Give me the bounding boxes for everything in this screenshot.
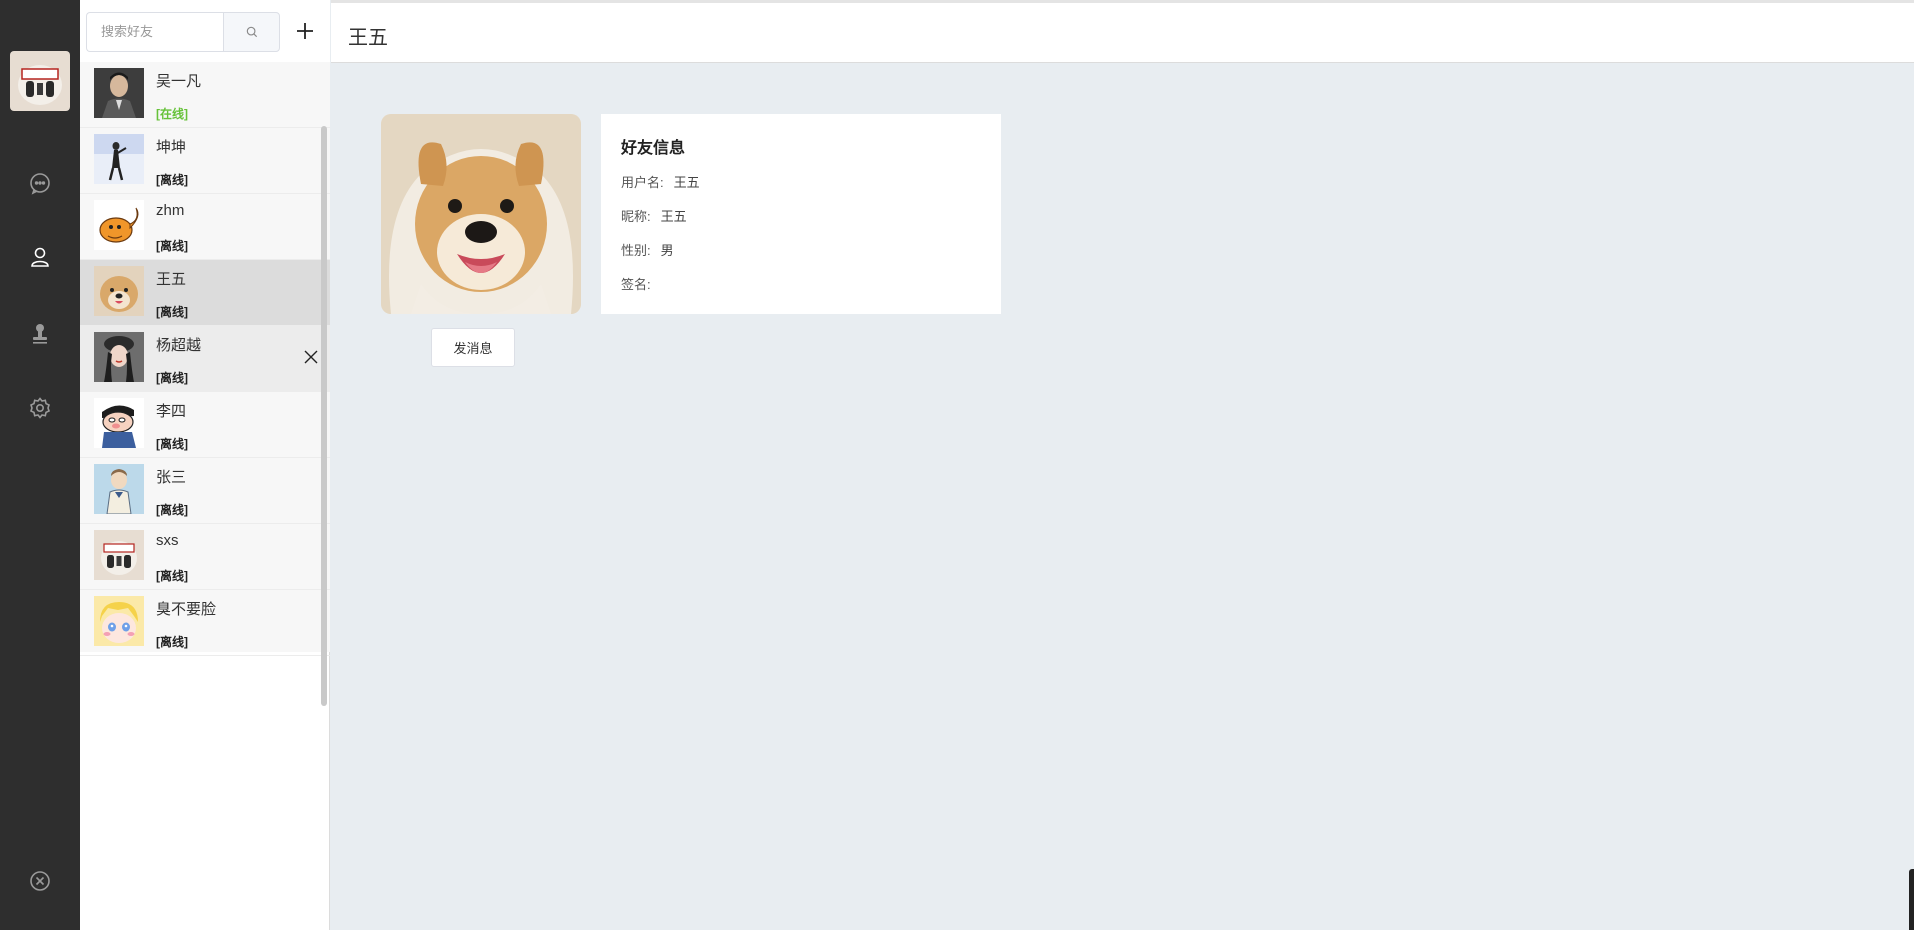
username-label: 用户名: xyxy=(621,175,664,190)
username-line: 用户名: 王五 xyxy=(621,174,981,208)
friend-name: 王五 xyxy=(156,271,187,288)
add-friend-button[interactable] xyxy=(290,16,320,46)
friend-name: 李四 xyxy=(156,403,187,420)
side-nav xyxy=(0,0,80,930)
search-icon xyxy=(246,26,257,38)
chat-bubble-icon[interactable] xyxy=(26,169,54,197)
friend-item[interactable]: zhm [离线] xyxy=(80,194,330,260)
friend-name: sxs xyxy=(156,532,179,549)
my-avatar[interactable] xyxy=(10,51,70,111)
close-icon xyxy=(304,350,318,364)
friend-list: 吴一凡 [在线] 坤坤 [离线] zhm [离线] 王五 [离线] 杨超越 [离… xyxy=(80,62,330,706)
friend-status: [离线] xyxy=(156,239,188,253)
info-heading: 好友信息 xyxy=(621,140,686,157)
friend-name: zhm xyxy=(156,202,185,219)
plus-icon xyxy=(297,23,313,39)
nickname-label: 昵称: xyxy=(621,209,651,224)
friend-avatar xyxy=(94,530,144,580)
friend-item[interactable]: 吴一凡 [在线] xyxy=(80,62,330,128)
gender-line: 性别: 男 xyxy=(621,242,981,276)
friend-item[interactable]: 臭不要脸 [离线] xyxy=(80,590,330,656)
friend-status: [离线] xyxy=(156,503,188,517)
nickname-line: 昵称: 王五 xyxy=(621,208,981,242)
corner-widget[interactable] xyxy=(1909,869,1914,930)
delete-friend-button[interactable] xyxy=(302,348,320,366)
friend-avatar xyxy=(94,332,144,382)
friend-avatar xyxy=(94,596,144,646)
scrollbar[interactable] xyxy=(321,126,327,706)
nickname-value: 王五 xyxy=(660,209,687,224)
friend-avatar xyxy=(94,464,144,514)
friend-item[interactable]: sxs [离线] xyxy=(80,524,330,590)
send-message-button[interactable]: 发消息 xyxy=(431,328,515,367)
friend-status: [离线] xyxy=(156,635,188,649)
page-title: 王五 xyxy=(348,27,388,49)
friend-avatar xyxy=(94,68,144,118)
friend-item[interactable]: 张三 [离线] xyxy=(80,458,330,524)
friend-status: [离线] xyxy=(156,569,188,583)
signature-line: 签名: xyxy=(621,276,981,310)
friend-status: [离线] xyxy=(156,305,188,319)
friend-name: 吴一凡 xyxy=(156,73,202,90)
gender-value: 男 xyxy=(660,243,674,258)
friend-item[interactable]: 李四 [离线] xyxy=(80,392,330,458)
friend-info-card: 好友信息 用户名: 王五 昵称: 王五 性别: 男 签名: xyxy=(601,114,1001,314)
search-bar: 搜索好友 xyxy=(80,0,330,62)
main-panel: 王五 发消息 好友信息 用户名: 王五 昵称: 王五 性别: 男 签名: xyxy=(331,0,1914,930)
friend-status: [离线] xyxy=(156,371,188,385)
friend-name: 张三 xyxy=(156,469,187,486)
friend-item[interactable]: 王五 [离线] xyxy=(80,260,330,326)
friend-name: 杨超越 xyxy=(156,337,202,354)
signature-label: 签名: xyxy=(621,277,651,292)
friend-item[interactable]: 坤坤 [离线] xyxy=(80,128,330,194)
friend-avatar xyxy=(94,398,144,448)
main-header: 王五 xyxy=(331,0,1914,63)
username-value: 王五 xyxy=(673,175,700,190)
friend-avatar xyxy=(94,266,144,316)
friend-name: 臭不要脸 xyxy=(156,601,217,618)
stamp-icon[interactable] xyxy=(26,320,54,348)
logout-close-icon[interactable] xyxy=(26,867,54,895)
friend-item[interactable]: 杨超越 [离线] xyxy=(80,326,330,392)
friend-profile-avatar xyxy=(381,114,581,314)
search-button[interactable] xyxy=(223,12,280,52)
contacts-user-icon[interactable] xyxy=(26,243,54,271)
friend-status: [离线] xyxy=(156,437,188,451)
settings-gear-icon[interactable] xyxy=(26,394,54,422)
friend-avatar xyxy=(94,200,144,250)
friend-list-panel: 搜索好友 吴一凡 [在线] 坤坤 [离线] zhm [离线] 王五 [离线] 杨… xyxy=(80,0,330,930)
gender-label: 性别: xyxy=(621,243,651,258)
friend-avatar xyxy=(94,134,144,184)
friend-status: [离线] xyxy=(156,173,188,187)
search-input[interactable]: 搜索好友 xyxy=(86,12,224,52)
friend-status: [在线] xyxy=(156,107,188,121)
friend-name: 坤坤 xyxy=(156,139,187,156)
